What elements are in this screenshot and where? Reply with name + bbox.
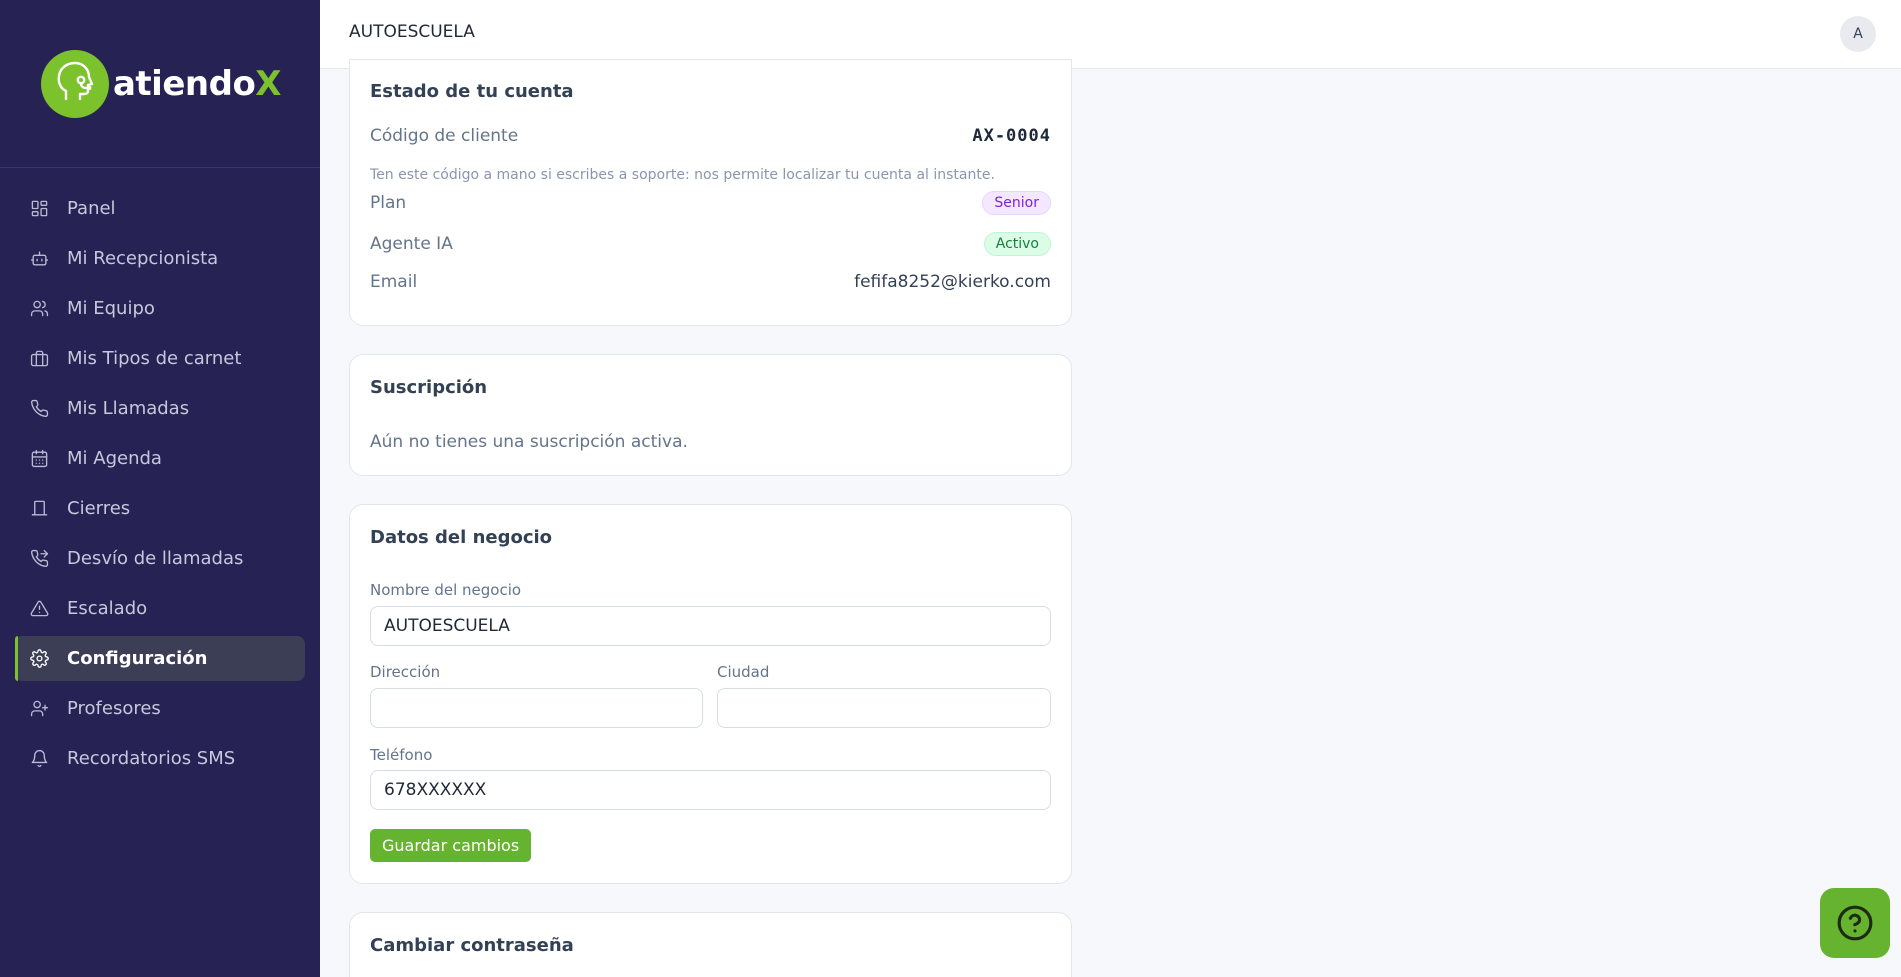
sidebar-item-mis-llamadas[interactable]: Mis Llamadas bbox=[15, 386, 305, 431]
client-code-label: Código de cliente bbox=[370, 126, 519, 146]
phone-forward-icon bbox=[29, 549, 49, 569]
change-password-title: Cambiar contraseña bbox=[370, 935, 574, 956]
plan-badge: Senior bbox=[982, 191, 1051, 215]
save-changes-button[interactable]: Guardar cambios bbox=[370, 829, 532, 862]
plan-row: Plan Senior bbox=[370, 191, 1051, 215]
gear-icon bbox=[29, 649, 49, 669]
city-label: Ciudad bbox=[717, 663, 770, 681]
logo-head-icon bbox=[40, 49, 109, 118]
door-icon bbox=[29, 499, 49, 519]
sidebar-item-label: Profesores bbox=[67, 698, 161, 719]
city-input[interactable] bbox=[717, 688, 1051, 728]
address-label: Dirección bbox=[370, 663, 441, 681]
client-code-value: AX-0004 bbox=[972, 126, 1051, 146]
agent-label: Agente IA bbox=[370, 234, 453, 254]
sidebar-item-label: Recordatorios SMS bbox=[67, 748, 236, 769]
sidebar-item-label: Mi Agenda bbox=[67, 448, 162, 469]
agent-row: Agente IA Activo bbox=[370, 232, 1051, 256]
phone-label: Teléfono bbox=[370, 746, 433, 764]
sidebar-item-recordatorios-sms[interactable]: Recordatorios SMS bbox=[15, 736, 305, 781]
help-circle-icon bbox=[1837, 905, 1873, 941]
subscription-status-text: Aún no tienes una suscripción activa. bbox=[370, 432, 688, 452]
sidebar-item-label: Mi Recepcionista bbox=[67, 248, 219, 269]
help-button[interactable] bbox=[1820, 888, 1890, 958]
sidebar-item-label: Mis Llamadas bbox=[67, 398, 190, 419]
sidebar-item-mi-agenda[interactable]: Mi Agenda bbox=[15, 436, 305, 481]
brand-logo[interactable]: atiendoX bbox=[40, 49, 282, 118]
sidebar-item-label: Panel bbox=[67, 198, 116, 219]
avatar[interactable]: A bbox=[1840, 16, 1876, 52]
email-row: Email fefifa8252@kierko.com bbox=[370, 272, 1051, 292]
account-status-title: Estado de tu cuenta bbox=[370, 81, 574, 102]
subscription-title: Suscripción bbox=[370, 377, 488, 398]
business-data-title: Datos del negocio bbox=[370, 527, 553, 548]
client-code-hint: Ten este código a mano si escribes a sop… bbox=[370, 167, 995, 183]
business-name-input[interactable] bbox=[370, 606, 1051, 646]
sidebar-item-mis-tipos-de-carnet[interactable]: Mis Tipos de carnet bbox=[15, 336, 305, 381]
users-icon bbox=[29, 299, 49, 319]
logo-area: atiendoX bbox=[0, 0, 320, 168]
sidebar-item-desvio-de-llamadas[interactable]: Desvío de llamadas bbox=[15, 536, 305, 581]
sidebar-item-label: Cierres bbox=[67, 498, 131, 519]
robot-icon bbox=[29, 249, 49, 269]
page-title: AUTOESCUELA bbox=[349, 22, 475, 42]
sidebar-item-cierres[interactable]: Cierres bbox=[15, 486, 305, 531]
user-plus-icon bbox=[29, 699, 49, 719]
phone-icon bbox=[29, 399, 49, 419]
calendar-icon bbox=[29, 449, 49, 469]
subscription-card: Suscripción Aún no tienes una suscripció… bbox=[349, 354, 1072, 476]
sidebar-item-configuracion[interactable]: Configuración bbox=[15, 636, 305, 681]
sidebar: atiendoX Panel Mi Recepcionista Mi Equip… bbox=[0, 0, 320, 977]
bell-icon bbox=[29, 749, 49, 769]
plan-label: Plan bbox=[370, 193, 407, 213]
briefcase-icon bbox=[29, 349, 49, 369]
email-label: Email bbox=[370, 272, 418, 292]
change-password-card: Cambiar contraseña bbox=[349, 912, 1072, 977]
sidebar-nav: Panel Mi Recepcionista Mi Equipo Mis Tip… bbox=[15, 186, 305, 786]
grid-icon bbox=[29, 199, 49, 219]
sidebar-item-escalado[interactable]: Escalado bbox=[15, 586, 305, 631]
address-input[interactable] bbox=[370, 688, 703, 728]
business-name-label: Nombre del negocio bbox=[370, 581, 522, 599]
sidebar-item-label: Configuración bbox=[67, 648, 208, 669]
business-data-card: Datos del negocio Nombre del negocio Dir… bbox=[349, 504, 1072, 884]
brand-name: atiendoX bbox=[112, 63, 282, 104]
sidebar-item-label: Desvío de llamadas bbox=[67, 548, 244, 569]
sidebar-item-profesores[interactable]: Profesores bbox=[15, 686, 305, 731]
sidebar-item-label: Mi Equipo bbox=[67, 298, 155, 319]
alert-triangle-icon bbox=[29, 599, 49, 619]
sidebar-item-mi-recepcionista[interactable]: Mi Recepcionista bbox=[15, 236, 305, 281]
email-value: fefifa8252@kierko.com bbox=[854, 272, 1051, 292]
sidebar-item-mi-equipo[interactable]: Mi Equipo bbox=[15, 286, 305, 331]
sidebar-item-label: Escalado bbox=[67, 598, 148, 619]
client-code-row: Código de cliente AX-0004 bbox=[370, 126, 1051, 146]
sidebar-item-label: Mis Tipos de carnet bbox=[67, 348, 242, 369]
account-status-card: Estado de tu cuenta Código de cliente AX… bbox=[349, 59, 1072, 326]
phone-input[interactable] bbox=[370, 770, 1051, 810]
agent-status-badge: Activo bbox=[983, 232, 1051, 256]
sidebar-item-panel[interactable]: Panel bbox=[15, 186, 305, 231]
